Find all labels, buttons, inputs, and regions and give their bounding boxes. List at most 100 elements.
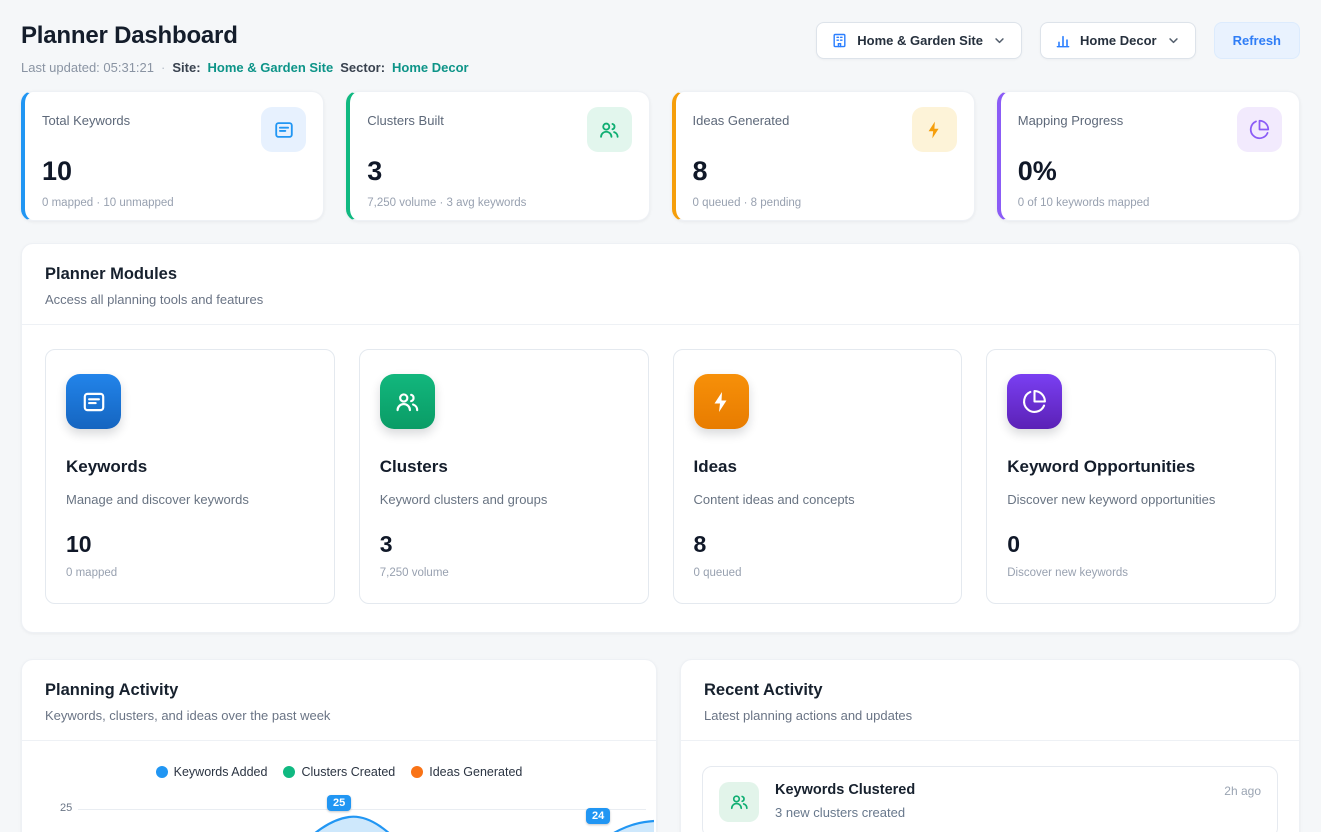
stat-detail: 0 mapped · 10 unmapped (42, 197, 306, 209)
header: Planner Dashboard Last updated: 05:31:21… (21, 0, 1300, 75)
stat-value: 10 (42, 156, 306, 187)
module-description: Manage and discover keywords (66, 492, 314, 507)
chevron-down-icon (1166, 33, 1181, 48)
modules-subtitle: Access all planning tools and features (45, 292, 1276, 307)
module-value: 0 (1007, 531, 1255, 558)
module-description: Keyword clusters and groups (380, 492, 628, 507)
module-detail: Discover new keywords (1007, 567, 1255, 579)
lightning-icon (694, 374, 749, 429)
modules-header: Planner Modules Access all planning tool… (22, 244, 1299, 325)
document-icon (66, 374, 121, 429)
stat-detail: 0 of 10 keywords mapped (1018, 197, 1282, 209)
recent-activity-header: Recent Activity Latest planning actions … (681, 660, 1299, 741)
modules-grid: Keywords Manage and discover keywords 10… (22, 325, 1299, 632)
pie-chart-icon (1007, 374, 1062, 429)
data-point-label: 24 (586, 808, 610, 824)
recent-activity-title: Recent Activity (704, 681, 1276, 700)
activity-title: Keywords Clustered (775, 782, 1208, 798)
document-icon (261, 107, 306, 152)
legend-item-ideas-generated: Ideas Generated (411, 765, 522, 779)
header-left: Planner Dashboard Last updated: 05:31:21… (21, 22, 469, 75)
module-value: 3 (380, 531, 628, 558)
last-updated-text: Last updated: 05:31:21 (21, 60, 154, 75)
module-card-clusters[interactable]: Clusters Keyword clusters and groups 3 7… (359, 349, 649, 604)
meta-separator: · (161, 60, 165, 75)
module-card-keywords[interactable]: Keywords Manage and discover keywords 10… (45, 349, 335, 604)
stat-detail: 7,250 volume · 3 avg keywords (367, 197, 631, 209)
module-value: 8 (694, 531, 942, 558)
activity-item-keywords-clustered: Keywords Clustered 3 new clusters create… (702, 766, 1278, 832)
header-actions: Home & Garden Site Home Decor Refresh (816, 22, 1300, 59)
site-link[interactable]: Home & Garden Site (208, 60, 334, 75)
legend-label: Ideas Generated (429, 765, 522, 779)
planning-activity-panel: Planning Activity Keywords, clusters, an… (21, 659, 657, 832)
lightning-icon (912, 107, 957, 152)
stat-label: Total Keywords (42, 107, 130, 128)
legend-label: Clusters Created (301, 765, 395, 779)
users-icon (380, 374, 435, 429)
legend-dot-green (283, 766, 295, 778)
stat-card-total-keywords: Total Keywords 10 0 mapped · 10 unmapped (21, 91, 324, 221)
users-icon (587, 107, 632, 152)
stat-value: 3 (367, 156, 631, 187)
recent-activity-panel: Recent Activity Latest planning actions … (680, 659, 1300, 832)
refresh-button[interactable]: Refresh (1214, 22, 1300, 59)
module-title: Ideas (694, 457, 942, 477)
planning-activity-title: Planning Activity (45, 681, 633, 700)
site-selector-label: Home & Garden Site (857, 33, 983, 48)
module-detail: 0 mapped (66, 567, 314, 579)
y-axis-tick: 25 (60, 802, 72, 814)
planner-modules-panel: Planner Modules Access all planning tool… (21, 243, 1300, 633)
bottom-row: Planning Activity Keywords, clusters, an… (21, 659, 1300, 832)
module-description: Discover new keyword opportunities (1007, 492, 1255, 507)
stat-card-ideas-generated: Ideas Generated 8 0 queued · 8 pending (672, 91, 975, 221)
legend-dot-orange (411, 766, 423, 778)
chart-legend: Keywords Added Clusters Created Ideas Ge… (22, 765, 656, 779)
sector-selector-label: Home Decor (1080, 33, 1157, 48)
stat-card-mapping-progress: Mapping Progress 0% 0 of 10 keywords map… (997, 91, 1300, 221)
data-point-label: 25 (327, 795, 351, 811)
module-card-keyword-opportunities[interactable]: Keyword Opportunities Discover new keywo… (986, 349, 1276, 604)
page-title: Planner Dashboard (21, 22, 469, 50)
planner-dashboard-page: Planner Dashboard Last updated: 05:31:21… (0, 0, 1321, 832)
planning-activity-chart: 25 25 24 (22, 795, 656, 832)
module-description: Content ideas and concepts (694, 492, 942, 507)
activity-description: 3 new clusters created (775, 805, 1208, 820)
bar-chart-icon (1055, 33, 1071, 49)
planning-activity-header: Planning Activity Keywords, clusters, an… (22, 660, 656, 741)
legend-item-clusters-created: Clusters Created (283, 765, 395, 779)
activity-timestamp: 2h ago (1224, 782, 1261, 798)
site-selector-dropdown[interactable]: Home & Garden Site (816, 22, 1022, 59)
modules-title: Planner Modules (45, 265, 1276, 284)
stat-label: Ideas Generated (693, 107, 790, 128)
users-icon (719, 782, 759, 822)
module-detail: 0 queued (694, 567, 942, 579)
recent-activity-list: Keywords Clustered 3 new clusters create… (681, 741, 1299, 832)
stat-card-clusters-built: Clusters Built 3 7,250 volume · 3 avg ke… (346, 91, 649, 221)
module-title: Keywords (66, 457, 314, 477)
sector-selector-dropdown[interactable]: Home Decor (1040, 22, 1196, 59)
recent-activity-subtitle: Latest planning actions and updates (704, 708, 1276, 723)
keywords-added-area-series (78, 795, 654, 832)
legend-item-keywords-added: Keywords Added (156, 765, 268, 779)
stats-row: Total Keywords 10 0 mapped · 10 unmapped… (21, 91, 1300, 221)
stat-value: 0% (1018, 156, 1282, 187)
module-value: 10 (66, 531, 314, 558)
header-meta: Last updated: 05:31:21 · Site: Home & Ga… (21, 60, 469, 75)
module-detail: 7,250 volume (380, 567, 628, 579)
chevron-down-icon (992, 33, 1007, 48)
sector-link[interactable]: Home Decor (392, 60, 469, 75)
module-title: Keyword Opportunities (1007, 457, 1255, 477)
activity-info: Keywords Clustered 3 new clusters create… (775, 782, 1208, 820)
module-card-ideas[interactable]: Ideas Content ideas and concepts 8 0 que… (673, 349, 963, 604)
planning-activity-subtitle: Keywords, clusters, and ideas over the p… (45, 708, 633, 723)
building-icon (831, 32, 848, 49)
stat-detail: 0 queued · 8 pending (693, 197, 957, 209)
site-label: Site: (172, 60, 200, 75)
pie-chart-icon (1237, 107, 1282, 152)
legend-label: Keywords Added (174, 765, 268, 779)
sector-label: Sector: (340, 60, 385, 75)
stat-label: Clusters Built (367, 107, 444, 128)
stat-value: 8 (693, 156, 957, 187)
legend-dot-blue (156, 766, 168, 778)
